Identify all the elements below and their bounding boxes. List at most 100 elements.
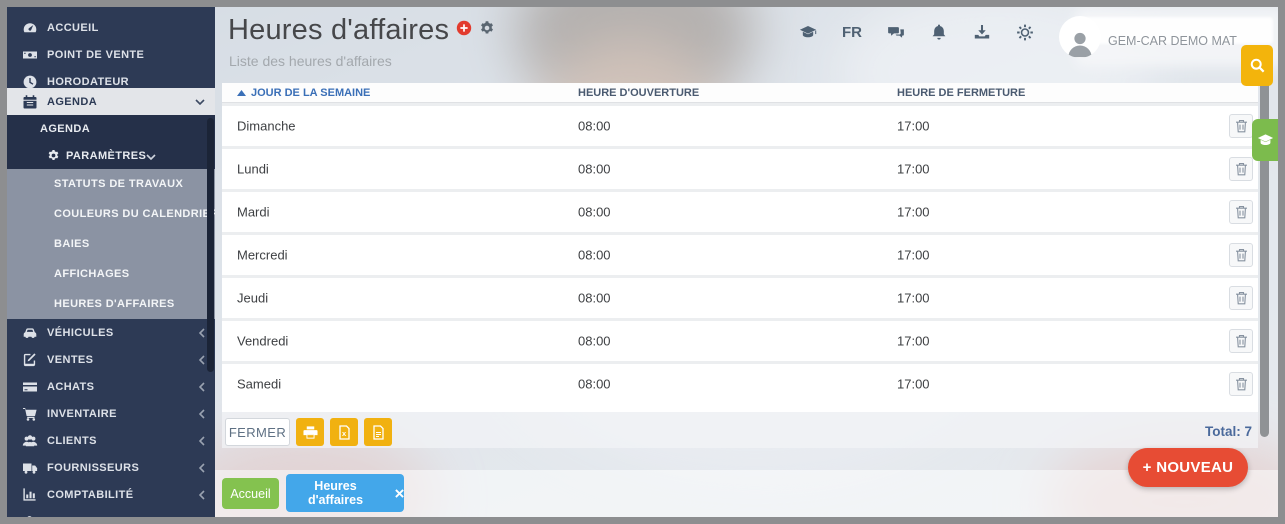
svg-text:x: x — [342, 429, 347, 438]
cell-open: 08:00 — [578, 248, 611, 263]
submenu-item-label: PARAMÈTRES — [66, 150, 146, 162]
tab-label: Heures d'affaires — [286, 479, 385, 507]
column-header-label: HEURE DE FERMETURE — [897, 87, 1025, 99]
delete-row-button[interactable] — [1229, 200, 1253, 224]
submenu-item-statuts-de-travaux[interactable]: STATUTS DE TRAVAUX — [7, 169, 215, 199]
search-button[interactable] — [1241, 45, 1273, 86]
chevron-down-icon — [195, 99, 205, 105]
column-header-close[interactable]: HEURE DE FERMETURE — [897, 83, 1025, 103]
cart-icon — [21, 405, 38, 422]
settings-gear-outline-icon[interactable] — [1016, 23, 1034, 41]
sidebar-scrollbar-thumb[interactable] — [207, 118, 214, 372]
edit-icon — [21, 351, 38, 368]
new-button[interactable]: + NOUVEAU — [1128, 448, 1248, 487]
table-row[interactable]: Jeudi 08:00 17:00 — [222, 275, 1258, 318]
column-header-day[interactable]: JOUR DE LA SEMAINE — [237, 83, 370, 103]
file-pdf-icon — [371, 425, 385, 440]
car-icon — [21, 324, 38, 341]
submenu-item-parametres[interactable]: PARAMÈTRES — [7, 142, 215, 169]
main-scrollbar-thumb[interactable] — [1260, 48, 1269, 437]
sidebar-item-label: CLIENTS — [47, 435, 97, 447]
submenu-item-label: STATUTS DE TRAVAUX — [54, 178, 183, 190]
submenu-item-couleurs-du-calendrier[interactable]: COULEURS DU CALENDRIER — [7, 199, 215, 229]
submenu-item-label: BAIES — [54, 238, 90, 250]
chat-icon[interactable] — [887, 23, 905, 41]
sidebar-item-label: ACCUEIL — [47, 22, 99, 34]
submenu-item-agenda[interactable]: AGENDA — [7, 115, 215, 142]
download-icon[interactable] — [973, 23, 991, 41]
sidebar-item-agenda[interactable]: AGENDA — [7, 88, 215, 115]
avatar[interactable] — [1059, 16, 1101, 58]
chevron-left-icon — [199, 463, 205, 473]
cell-day: Dimanche — [237, 119, 296, 134]
export-pdf-button[interactable] — [364, 418, 392, 446]
chevron-down-icon — [146, 147, 156, 165]
users-icon — [21, 432, 38, 449]
delete-row-button[interactable] — [1229, 372, 1253, 396]
page-title: Heures d'affaires — [228, 14, 449, 47]
cell-open: 08:00 — [578, 162, 611, 177]
sidebar: ACCUEIL POINT DE VENTE HORODATEUR AGENDA — [7, 7, 215, 517]
submenu-item-baies[interactable]: BAIES — [7, 229, 215, 259]
top-toolbar: FR GEM-CAR DEMO MAT — [799, 11, 1237, 53]
sidebar-item-accueil[interactable]: ACCUEIL — [7, 14, 215, 41]
sidebar-item-point-de-vente[interactable]: POINT DE VENTE — [7, 41, 215, 68]
table-row[interactable]: Lundi 08:00 17:00 — [222, 146, 1258, 189]
add-icon[interactable] — [456, 20, 472, 36]
cell-close: 17:00 — [897, 334, 930, 349]
cell-close: 17:00 — [897, 248, 930, 263]
sidebar-item-ressources-humaines[interactable]: RESSOURCES HUMAINES — [7, 508, 215, 517]
sidebar-item-ventes[interactable]: VENTES — [7, 346, 215, 373]
graduation-cap-icon[interactable] — [799, 23, 817, 41]
tab-accueil[interactable]: Accueil — [222, 478, 279, 509]
delete-row-button[interactable] — [1229, 243, 1253, 267]
chevron-left-icon — [199, 382, 205, 392]
submenu-item-heures-d-affaires[interactable]: HEURES D'AFFAIRES — [7, 289, 215, 319]
submenu-item-label: AGENDA — [40, 123, 90, 135]
cell-open: 08:00 — [578, 377, 611, 392]
chevron-left-icon — [199, 490, 205, 500]
delete-row-button[interactable] — [1229, 329, 1253, 353]
column-header-label: JOUR DE LA SEMAINE — [251, 87, 370, 99]
sidebar-item-fournisseurs[interactable]: FOURNISSEURS — [7, 454, 215, 481]
print-button[interactable] — [296, 418, 324, 446]
language-switcher[interactable]: FR — [842, 24, 862, 41]
delete-row-button[interactable] — [1229, 286, 1253, 310]
cash-icon — [21, 46, 38, 63]
sidebar-item-comptabilite[interactable]: COMPTABILITÉ — [7, 481, 215, 508]
bell-icon[interactable] — [930, 23, 948, 41]
sidebar-item-vehicules[interactable]: VÉHICULES — [7, 319, 215, 346]
sort-asc-icon — [237, 90, 246, 96]
page-settings-gear-icon[interactable] — [479, 20, 495, 36]
cell-open: 08:00 — [578, 291, 611, 306]
sidebar-item-clients[interactable]: CLIENTS — [7, 427, 215, 454]
tutorial-tab[interactable] — [1252, 119, 1278, 161]
column-header-open[interactable]: HEURE D'OUVERTURE — [578, 83, 699, 103]
delete-row-button[interactable] — [1229, 114, 1253, 138]
tab-heures-d-affaires[interactable]: Heures d'affaires — [286, 474, 404, 512]
table-row[interactable]: Samedi 08:00 17:00 — [222, 361, 1258, 404]
table-row[interactable]: Mercredi 08:00 17:00 — [222, 232, 1258, 275]
close-icon[interactable] — [395, 489, 404, 498]
submenu-item-affichages[interactable]: AFFICHAGES — [7, 259, 215, 289]
table-row[interactable]: Dimanche 08:00 17:00 — [222, 103, 1258, 146]
sidebar-item-label: ACHATS — [47, 381, 94, 393]
table-row[interactable]: Vendredi 08:00 17:00 — [222, 318, 1258, 361]
sidebar-item-label: AGENDA — [47, 96, 97, 108]
search-icon — [1249, 57, 1266, 74]
cell-close: 17:00 — [897, 291, 930, 306]
chevron-left-icon — [199, 436, 205, 446]
credit-card-icon — [21, 378, 38, 395]
submenu-item-label: HEURES D'AFFAIRES — [54, 298, 175, 310]
user-name[interactable]: GEM-CAR DEMO MAT — [1108, 34, 1237, 48]
sidebar-item-achats[interactable]: ACHATS — [7, 373, 215, 400]
delete-row-button[interactable] — [1229, 157, 1253, 181]
cell-open: 08:00 — [578, 205, 611, 220]
export-excel-button[interactable]: x — [330, 418, 358, 446]
close-button[interactable]: FERMER — [225, 418, 290, 446]
sidebar-item-inventaire[interactable]: INVENTAIRE — [7, 400, 215, 427]
chevron-left-icon — [199, 409, 205, 419]
table-row[interactable]: Mardi 08:00 17:00 — [222, 189, 1258, 232]
submenu-item-label: COULEURS DU CALENDRIER — [54, 208, 215, 220]
page-subtitle: Liste des heures d'affaires — [229, 53, 392, 69]
